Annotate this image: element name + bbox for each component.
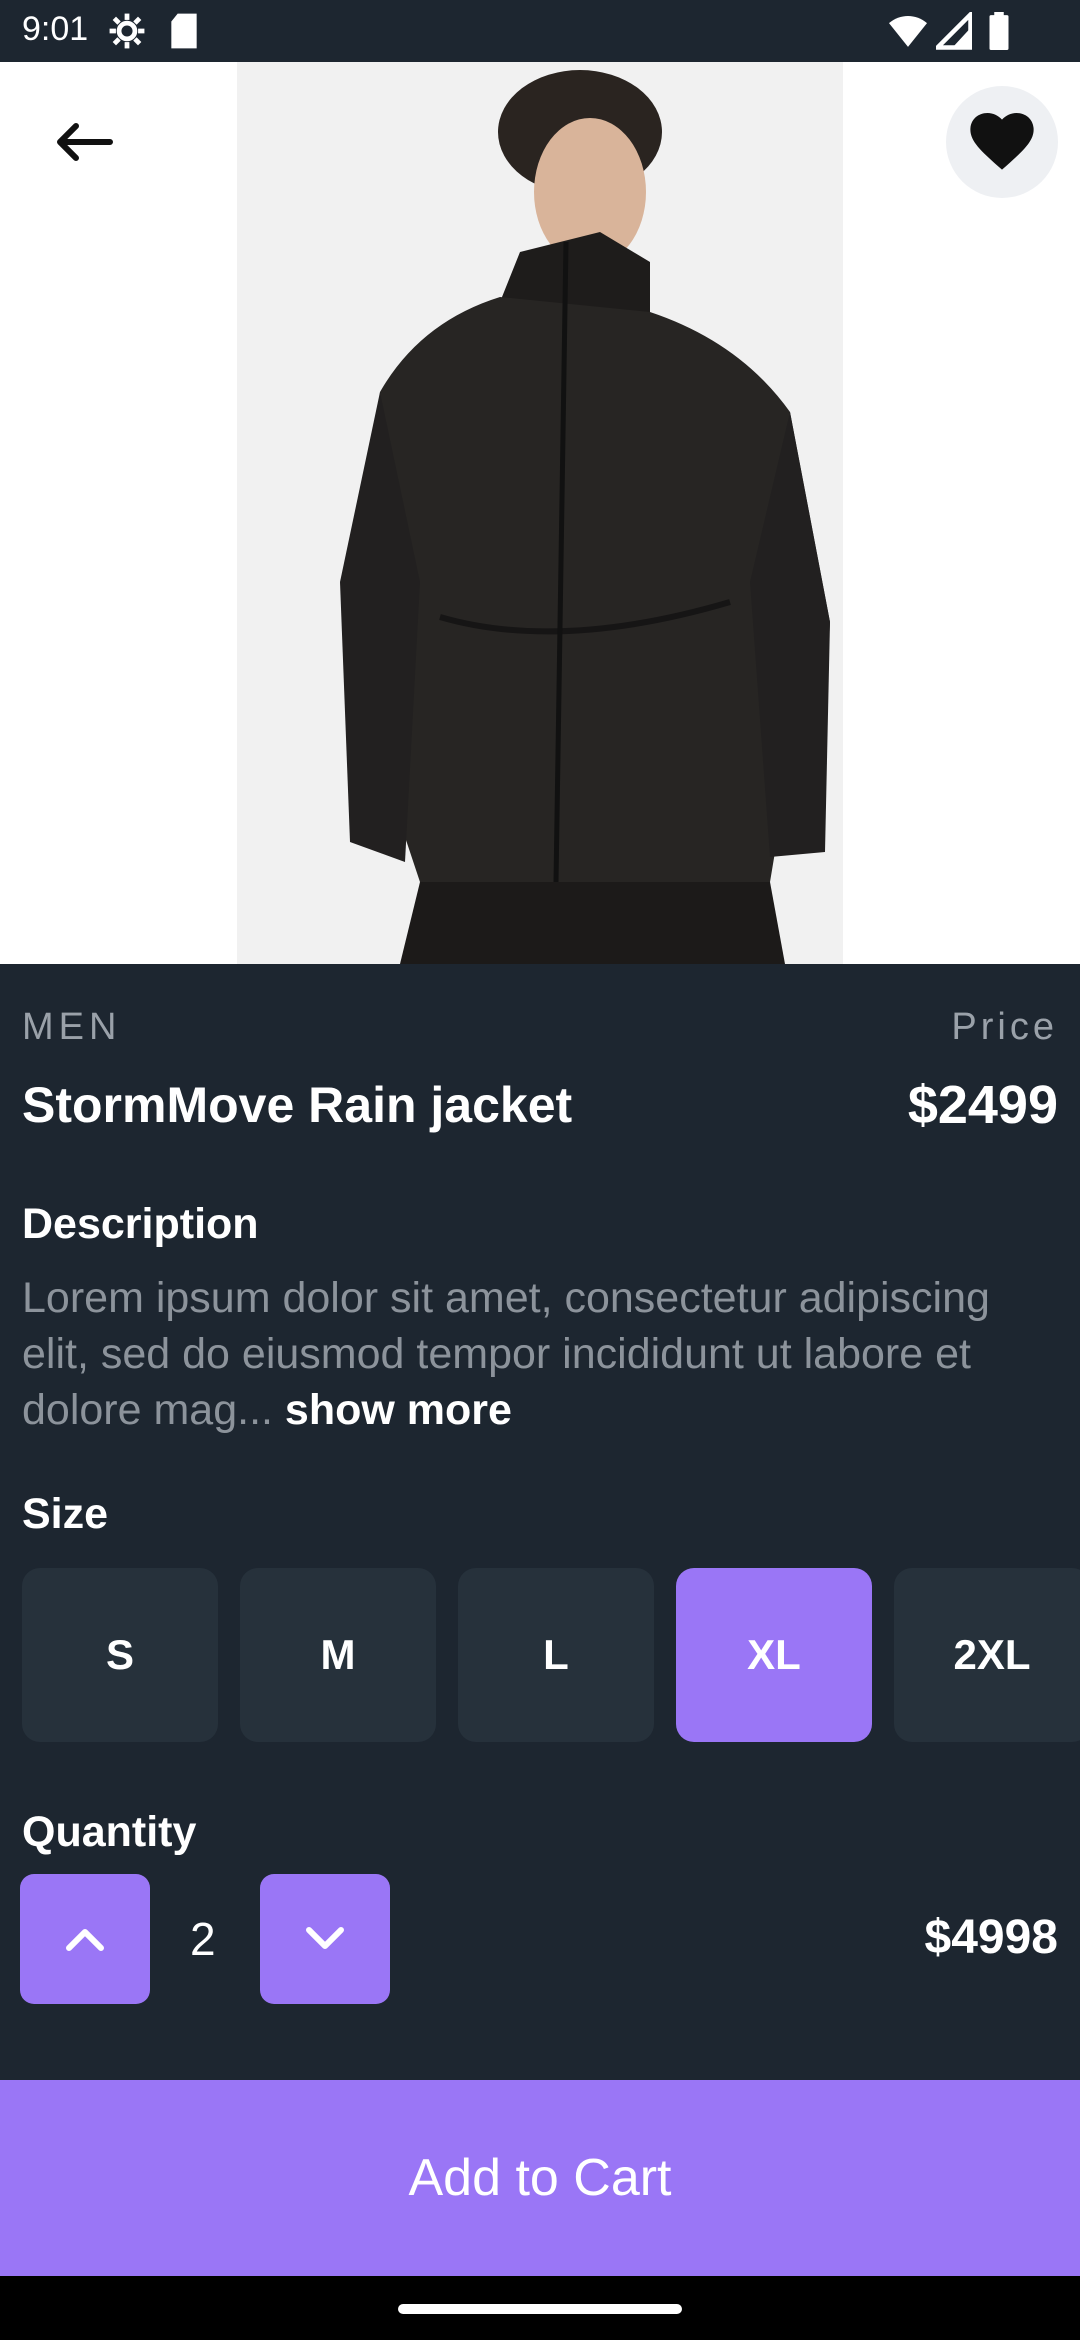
- favorite-button[interactable]: [946, 86, 1058, 198]
- chevron-down-icon: [306, 1927, 344, 1949]
- quantity-decrease-button[interactable]: [260, 1874, 390, 2004]
- heart-filled-icon: [970, 113, 1034, 170]
- description-heading: Description: [22, 1200, 259, 1248]
- show-more-link[interactable]: show more: [285, 1386, 512, 1434]
- quantity-value: 2: [190, 1913, 216, 1965]
- chevron-up-icon: [66, 1929, 104, 1951]
- battery-icon: [988, 12, 1010, 55]
- size-option-m[interactable]: M: [240, 1568, 436, 1742]
- wifi-icon: [888, 12, 928, 55]
- back-button[interactable]: [28, 86, 140, 198]
- cell-signal-icon: [932, 9, 973, 55]
- status-bar: 9:01: [0, 0, 1080, 62]
- status-time: 9:01: [22, 10, 89, 48]
- arrow-left-icon: [57, 123, 113, 161]
- size-option-xl[interactable]: XL: [676, 1568, 872, 1742]
- jacket-photo-illustration: [340, 70, 830, 964]
- sd-card-icon: [168, 12, 200, 55]
- size-option-l[interactable]: L: [458, 1568, 654, 1742]
- size-heading: Size: [22, 1490, 109, 1538]
- product-image: [0, 62, 1080, 964]
- quantity-heading: Quantity: [22, 1808, 197, 1856]
- description-text: Lorem ipsum dolor sit amet, consectetur …: [22, 1270, 1042, 1438]
- home-gesture-handle[interactable]: [398, 2304, 682, 2314]
- size-option-s[interactable]: S: [22, 1568, 218, 1742]
- size-selector: S M L XL 2XL: [22, 1568, 1080, 1742]
- settings-gear-icon: [108, 12, 146, 55]
- price-label: Price: [951, 1006, 1058, 1048]
- total-price: $4998: [924, 1911, 1058, 1964]
- system-navigation-bar: [0, 2276, 1080, 2340]
- product-title: StormMove Rain jacket: [22, 1077, 573, 1133]
- add-to-cart-button[interactable]: Add to Cart: [0, 2080, 1080, 2276]
- product-price: $2499: [907, 1075, 1058, 1135]
- size-option-2xl[interactable]: 2XL: [894, 1568, 1080, 1742]
- quantity-increase-button[interactable]: [20, 1874, 150, 2004]
- product-category: MEN: [22, 1006, 122, 1048]
